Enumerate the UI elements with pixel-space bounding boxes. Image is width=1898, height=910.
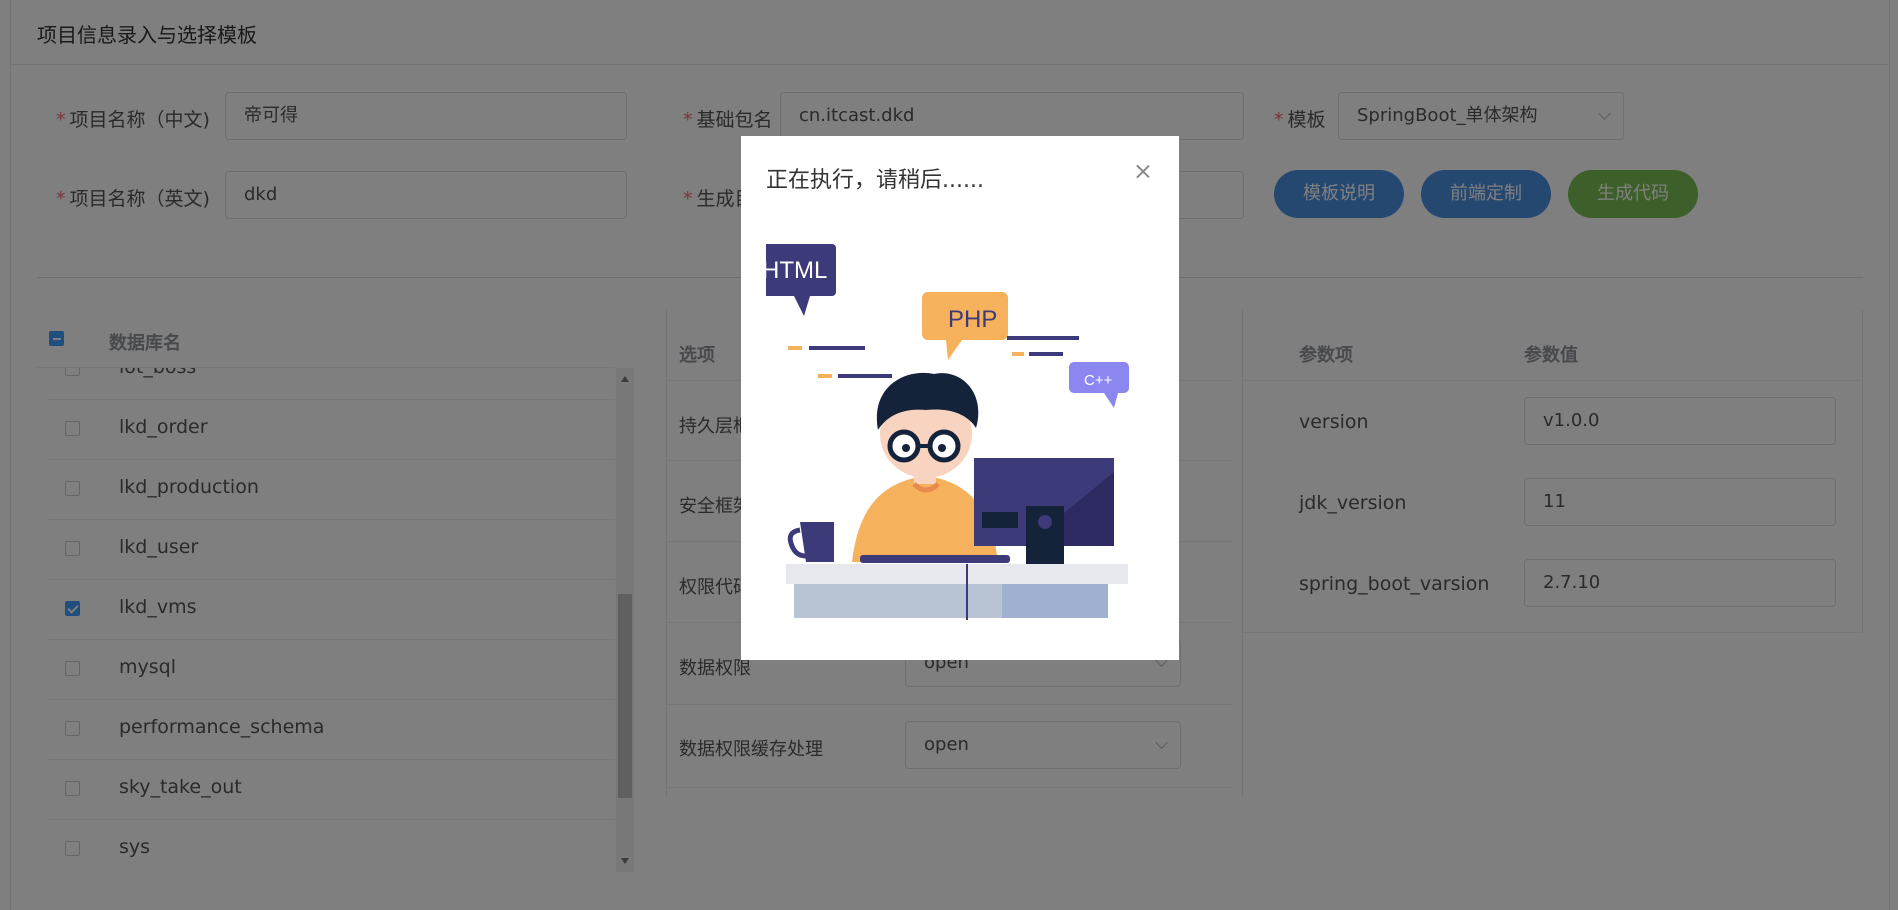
- close-icon[interactable]: [1133, 162, 1153, 182]
- coding-illustration: HTML PHP C++: [766, 244, 1129, 620]
- php-bubble-icon: PHP: [922, 292, 1008, 360]
- mug-icon: [787, 522, 834, 562]
- cpp-bubble-icon: C++: [1069, 362, 1129, 408]
- svg-text:PHP: PHP: [948, 306, 997, 333]
- html-bubble-icon: HTML: [766, 244, 836, 316]
- svg-text:C++: C++: [1084, 372, 1113, 389]
- svg-text:HTML: HTML: [766, 257, 827, 284]
- loading-dialog: 正在执行，请稍后...... HTML PHP C++: [741, 136, 1179, 660]
- desk-icon: [786, 564, 1128, 620]
- dialog-title: 正在执行，请稍后......: [766, 168, 984, 193]
